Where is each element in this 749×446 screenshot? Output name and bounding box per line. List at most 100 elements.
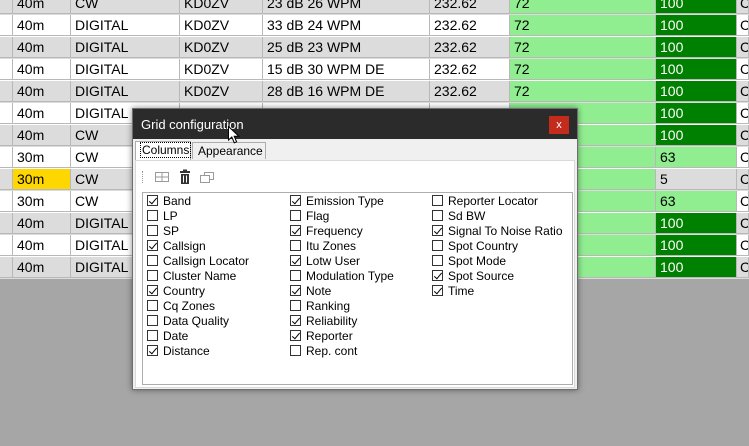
checkbox-unchecked[interactable] <box>290 345 301 356</box>
column-option[interactable]: Spot Country <box>430 239 563 254</box>
dialog-titlebar[interactable]: Grid configuration x <box>133 109 577 139</box>
column-option[interactable]: Cluster Name <box>145 269 249 284</box>
column-option-label: Frequency <box>306 224 363 238</box>
column-option[interactable]: Ranking <box>288 299 394 314</box>
table-cell-callsign: KD0ZV <box>180 59 263 80</box>
column-option[interactable]: Country <box>145 284 249 299</box>
checkbox-unchecked[interactable] <box>147 225 158 236</box>
column-option[interactable]: Callsign <box>145 239 249 254</box>
table-cell-indicator <box>0 37 13 58</box>
checkbox-checked[interactable] <box>432 270 443 281</box>
table-cell-indicator <box>0 103 13 124</box>
column-option[interactable]: Cq Zones <box>145 299 249 314</box>
checkbox-checked[interactable] <box>147 285 158 296</box>
column-option-label: SP <box>163 224 180 238</box>
checkbox-checked[interactable] <box>290 330 301 341</box>
column-option[interactable]: Data Quality <box>145 314 249 329</box>
table-cell-band: 40m <box>13 125 71 146</box>
tab-columns[interactable]: Columns <box>135 141 192 160</box>
column-option[interactable]: SP <box>145 224 249 239</box>
table-cell-mode: DIGITAL <box>71 15 180 36</box>
column-option[interactable]: Flag <box>288 209 394 224</box>
table-cell-extra: C <box>737 191 749 212</box>
column-option[interactable]: Reliability <box>288 314 394 329</box>
checkbox-unchecked[interactable] <box>290 300 301 311</box>
column-option[interactable]: Date <box>145 329 249 344</box>
table-row[interactable]: 40mDIGITALKD0ZV33 dB 24 WPM232.6272100C <box>0 15 749 37</box>
table-row[interactable]: 40m DIGITAL KD0ZV 28 dB 16 WPM DE 232.62 72 10… <box>0 81 749 103</box>
columns-layout-button[interactable] <box>154 169 170 185</box>
column-option[interactable]: Callsign Locator <box>145 254 249 269</box>
column-option[interactable]: Time <box>430 284 563 299</box>
table-cell-band: 40m <box>13 235 71 256</box>
table-cell-pct: 100 <box>656 103 737 124</box>
table-cell-band: 30m <box>13 169 71 190</box>
checkbox-unchecked[interactable] <box>147 270 158 281</box>
checkbox-checked[interactable] <box>290 225 301 236</box>
column-option[interactable]: Reporter Locator <box>430 194 563 209</box>
checkbox-checked[interactable] <box>432 225 443 236</box>
checkbox-unchecked[interactable] <box>432 195 443 206</box>
table-row[interactable]: 40m DIGITAL KD0ZV 15 dB 30 WPM DE 232.62 72 10… <box>0 59 749 81</box>
checkbox-unchecked[interactable] <box>432 210 443 221</box>
table-cell-indicator <box>0 169 13 190</box>
checkbox-unchecked[interactable] <box>290 240 301 251</box>
column-option-label: Sd BW <box>448 209 486 223</box>
checkbox-unchecked[interactable] <box>147 300 158 311</box>
column-option[interactable]: Note <box>288 284 394 299</box>
checkbox-unchecked[interactable] <box>432 255 443 266</box>
tab-appearance[interactable]: Appearance <box>192 142 266 159</box>
checkbox-unchecked[interactable] <box>147 255 158 266</box>
checkbox-unchecked[interactable] <box>432 240 443 251</box>
column-option[interactable]: Itu Zones <box>288 239 394 254</box>
checkbox-checked[interactable] <box>290 255 301 266</box>
column-option[interactable]: Lotw User <box>288 254 394 269</box>
checkbox-checked[interactable] <box>290 195 301 206</box>
column-option[interactable]: Frequency <box>288 224 394 239</box>
table-cell-snr_wpm: 25 dB 23 WPM <box>263 37 430 58</box>
table-cell-indicator <box>0 15 13 36</box>
table-cell-indicator <box>0 257 13 278</box>
table-cell-pct: 100 <box>656 15 737 36</box>
column-option[interactable]: Rep. cont <box>288 344 394 359</box>
column-option-label: Rep. cont <box>306 344 358 358</box>
table-cell-extra: C <box>737 125 749 146</box>
checkbox-checked[interactable] <box>290 285 301 296</box>
table-cell-mode: CW <box>71 0 180 14</box>
copy-button[interactable] <box>199 169 215 185</box>
column-option[interactable]: Distance <box>145 344 249 359</box>
table-cell-extra: C <box>737 147 749 168</box>
checkbox-checked[interactable] <box>432 285 443 296</box>
checkbox-checked[interactable] <box>147 240 158 251</box>
checkbox-unchecked[interactable] <box>147 315 158 326</box>
table-row[interactable]: 40mDIGITALKD0ZV25 dB 23 WPM232.6272100C <box>0 37 749 59</box>
delete-button[interactable] <box>177 169 193 185</box>
column-option[interactable]: Signal To Noise Ratio <box>430 224 563 239</box>
table-cell-indicator <box>0 213 13 234</box>
column-option[interactable]: Spot Mode <box>430 254 563 269</box>
checkbox-unchecked[interactable] <box>290 210 301 221</box>
table-cell-band: 30m <box>13 147 71 168</box>
checkbox-unchecked[interactable] <box>290 270 301 281</box>
column-checklist: Band LP SP Callsign Callsign Locator Cluster … <box>142 192 573 385</box>
checkbox-checked[interactable] <box>147 345 158 356</box>
table-cell-indicator <box>0 59 13 80</box>
table-cell-callsign: KD0ZV <box>180 15 263 36</box>
column-option[interactable]: Band <box>145 194 249 209</box>
column-option[interactable]: Sd BW <box>430 209 563 224</box>
close-button[interactable]: x <box>549 116 569 134</box>
table-cell-callsign: KD0ZV <box>180 37 263 58</box>
column-option[interactable]: LP <box>145 209 249 224</box>
column-option[interactable]: Modulation Type <box>288 269 394 284</box>
column-option-label: Callsign Locator <box>163 254 250 268</box>
checkbox-unchecked[interactable] <box>147 210 158 221</box>
table-row[interactable]: 40mCWKD0ZV23 dB 26 WPM232.6272100C <box>0 0 749 15</box>
column-option[interactable]: Emission Type <box>288 194 394 209</box>
column-option-label: Note <box>306 284 332 298</box>
column-option[interactable]: Spot Source <box>430 269 563 284</box>
checkbox-unchecked[interactable] <box>147 330 158 341</box>
column-option[interactable]: Reporter <box>288 329 394 344</box>
checkbox-checked[interactable] <box>147 195 158 206</box>
checkbox-checked[interactable] <box>290 315 301 326</box>
table-cell-pct: 63 <box>656 191 737 212</box>
